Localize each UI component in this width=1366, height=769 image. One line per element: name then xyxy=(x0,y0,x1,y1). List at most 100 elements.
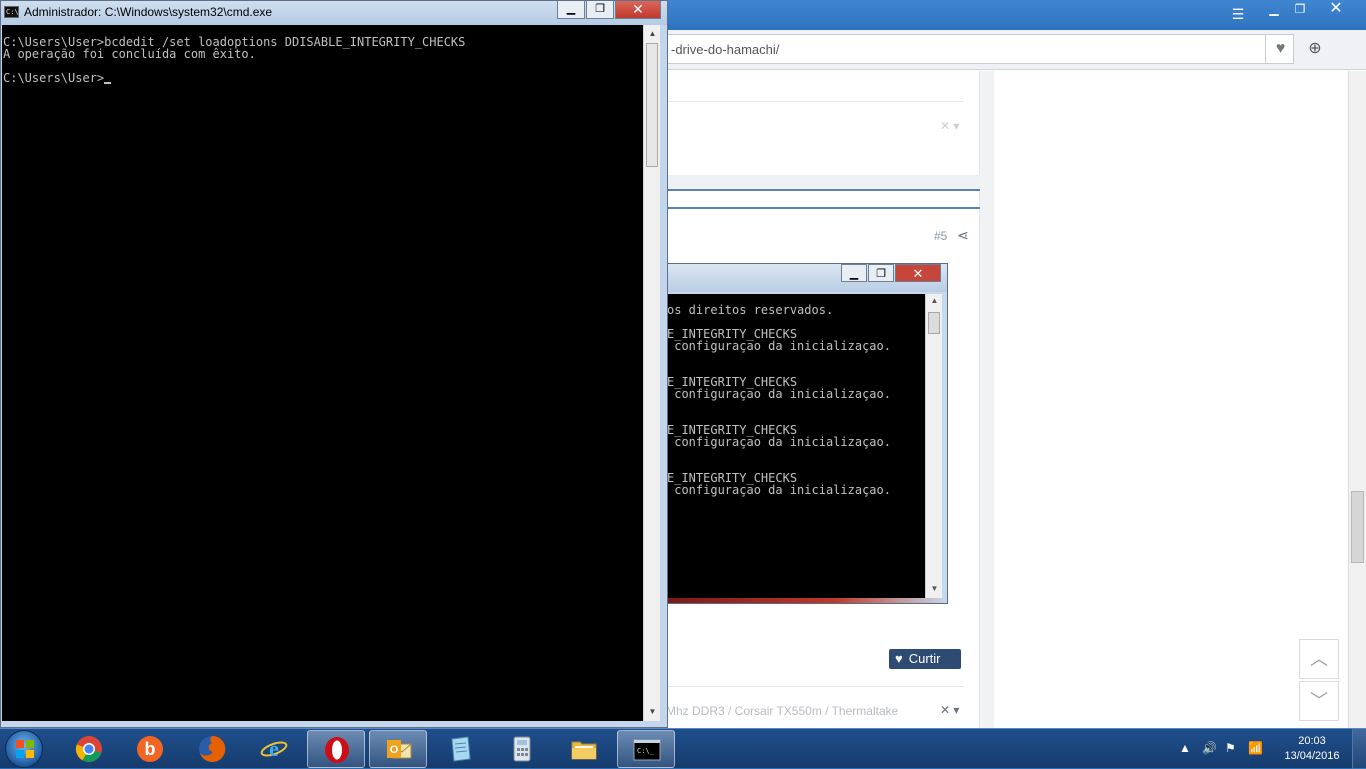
url-text[interactable]: -drive-do-hamachi/ xyxy=(671,42,779,57)
post-separator xyxy=(660,175,980,189)
scroll-up-arrow-icon[interactable]: ▲ xyxy=(644,29,661,38)
share-icon[interactable]: ⋖ xyxy=(957,227,969,244)
divider xyxy=(660,101,964,102)
cmd-maximize-button[interactable]: ❐ xyxy=(586,1,614,19)
secondary-console-line: configuraçao da inicializaçao. xyxy=(667,387,891,401)
start-button[interactable] xyxy=(5,730,43,768)
secondary-console-line xyxy=(667,448,891,460)
secondary-console-line: os direitos reservados. xyxy=(667,303,834,317)
show-hidden-icons-icon[interactable]: ▲ xyxy=(1179,741,1191,755)
console-lines: C:\Users\User>bcdedit /set loadoptions D… xyxy=(3,36,465,84)
browser-close-button[interactable]: ✕ xyxy=(1314,0,1358,18)
clock-time: 20:03 xyxy=(1298,735,1326,747)
secondary-scrollbar[interactable]: ▲ ▼ xyxy=(925,294,942,598)
console-line: A operação foi concluída com êxito. xyxy=(3,47,256,61)
address-bar[interactable]: -drive-do-hamachi/ ♥ xyxy=(660,34,1294,64)
signature-text: Mhz DDR3 / Corsair TX550m / Thermaltake xyxy=(666,704,899,718)
secondary-maximize-button[interactable]: ❐ xyxy=(868,264,894,282)
browser-maximize-button[interactable]: ❐ xyxy=(1288,0,1312,18)
secondary-cmd-titlebar[interactable]: ▁ ❐ ✕ xyxy=(667,264,947,292)
close-icon[interactable]: ✕ ▾ xyxy=(940,119,959,133)
secondary-minimize-button[interactable]: ▁ xyxy=(841,264,867,282)
clock-date: 13/04/2016 xyxy=(1284,750,1340,762)
show-desktop-button[interactable] xyxy=(1352,729,1366,769)
taskbar-cmd[interactable]: C:\_ xyxy=(617,730,675,768)
scroll-to-bottom-button[interactable]: ﹀ xyxy=(1299,681,1339,721)
taskbar-calculator[interactable] xyxy=(493,730,551,768)
close-icon[interactable]: ✕ ▾ xyxy=(940,703,959,717)
cmd-window: C:\ Administrador: C:\Windows\system32\c… xyxy=(0,0,668,728)
firefox-icon xyxy=(199,735,226,762)
taskbar-bing[interactable]: b xyxy=(121,730,179,768)
action-center-icon[interactable]: ⚑ xyxy=(1225,741,1236,755)
calculator-icon xyxy=(513,736,531,762)
svg-text:O: O xyxy=(390,744,399,756)
taskbar-explorer[interactable] xyxy=(555,730,613,768)
opera-icon xyxy=(325,737,349,763)
network-icon[interactable]: 📶 xyxy=(1248,741,1263,755)
bing-icon: b xyxy=(137,736,163,762)
cmd-scrollbar[interactable]: ▲ ▼ xyxy=(643,25,660,721)
secondary-console-line: configuraçao da inicializaçao. xyxy=(667,483,891,497)
secondary-scrollbar-thumb[interactable] xyxy=(928,312,940,334)
cmd-scrollbar-thumb[interactable] xyxy=(646,43,658,167)
console-output[interactable]: C:\Users\User>bcdedit /set loadoptions D… xyxy=(2,25,643,721)
content-gutter xyxy=(980,71,994,728)
window-bottom-edge xyxy=(667,598,947,603)
volume-icon[interactable]: 🔊 xyxy=(1202,741,1217,755)
like-label: Curtir xyxy=(908,651,941,666)
post-header-line xyxy=(660,207,980,209)
secondary-console-output[interactable]: os direitos reservados. E_INTEGRITY_CHECK… xyxy=(667,294,925,598)
scroll-down-arrow-icon[interactable]: ▼ xyxy=(644,707,661,716)
post-number-link[interactable]: #5 xyxy=(934,229,947,243)
taskbar-outlook[interactable]: O xyxy=(369,730,427,768)
browser-scrollbar-thumb[interactable] xyxy=(1351,491,1364,563)
sidebar xyxy=(994,71,1330,728)
cmd-minimize-button[interactable]: ▁ xyxy=(557,1,585,19)
like-button[interactable]: ♥ Curtir xyxy=(889,649,961,669)
taskbar-firefox[interactable] xyxy=(183,730,241,768)
download-icon[interactable]: ⊕ xyxy=(1300,34,1330,64)
cmd-close-button[interactable]: ✕ xyxy=(615,1,661,19)
favorite-heart-icon[interactable]: ♥ xyxy=(1265,35,1295,63)
desktop: ☰ ▁ ❐ ✕ -drive-do-hamachi/ ♥ ⊕ ✕ ▾ #5 ⋖ xyxy=(0,0,1366,769)
post-header-line xyxy=(660,189,980,191)
scroll-up-arrow-icon[interactable]: ▲ xyxy=(926,296,943,305)
windows-logo-icon xyxy=(16,740,34,758)
outlook-icon: O xyxy=(387,740,412,759)
taskbar-opera[interactable] xyxy=(307,730,365,768)
secondary-cmd-window: ▁ ❐ ✕ os direitos reservados. E_INTEGRITY… xyxy=(666,263,948,604)
divider xyxy=(660,686,964,687)
secondary-close-button[interactable]: ✕ xyxy=(895,264,941,282)
secondary-console-lines: os direitos reservados. E_INTEGRITY_CHECK… xyxy=(667,304,891,496)
scroll-to-top-button[interactable]: ︿ xyxy=(1299,639,1339,679)
tab-list-icon[interactable]: ☰ xyxy=(1230,6,1246,22)
cmd-titlebar[interactable]: C:\ Administrador: C:\Windows\system32\c… xyxy=(1,1,667,25)
cmd-icon: C:\_ xyxy=(633,739,661,761)
cmd-icon[interactable]: C:\ xyxy=(4,6,19,18)
scroll-down-arrow-icon[interactable]: ▼ xyxy=(926,584,943,593)
taskbar-internet-explorer[interactable]: e xyxy=(245,730,303,768)
taskbar-chrome[interactable] xyxy=(60,730,118,768)
clock[interactable]: 20:03 13/04/2016 xyxy=(1280,734,1344,764)
notepad-icon xyxy=(451,736,471,762)
secondary-console-line xyxy=(667,352,891,364)
browser-titlebar[interactable]: ☰ ▁ ❐ ✕ xyxy=(660,0,1366,30)
svg-text:e: e xyxy=(269,736,279,761)
cmd-window-title: Administrador: C:\Windows\system32\cmd.e… xyxy=(24,5,273,19)
ie-icon: e xyxy=(260,736,288,761)
taskbar: b e O C:\_ ▲ 🔊 ⚑ 📶 20:03 13/04/2016 xyxy=(0,728,1366,769)
svg-text:C:\_: C:\_ xyxy=(637,747,655,755)
secondary-console-line xyxy=(667,400,891,412)
heart-icon: ♥ xyxy=(895,651,903,666)
browser-scrollbar[interactable] xyxy=(1348,71,1366,728)
secondary-console-line: configuraçao da inicializaçao. xyxy=(667,435,891,449)
secondary-console-line: configuraçao da inicializaçao. xyxy=(667,339,891,353)
taskbar-notepad[interactable] xyxy=(431,730,489,768)
browser-toolbar: -drive-do-hamachi/ ♥ ⊕ xyxy=(660,30,1366,70)
svg-text:b: b xyxy=(145,739,156,759)
browser-minimize-button[interactable]: ▁ xyxy=(1262,0,1286,18)
folder-icon xyxy=(571,741,597,760)
text-cursor xyxy=(104,82,112,84)
console-line: C:\Users\User> xyxy=(3,72,465,84)
